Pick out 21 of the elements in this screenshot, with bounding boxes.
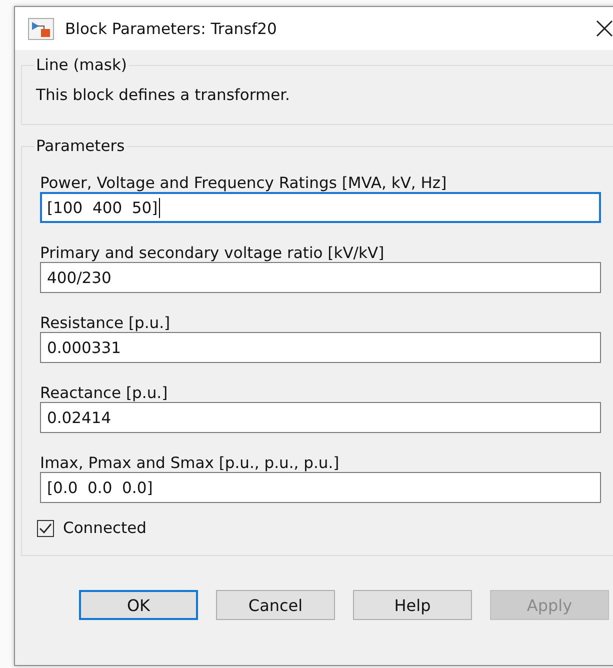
field-label: Power, Voltage and Frequency Ratings [MVA, kV, Hz]: [40, 174, 448, 192]
group-legend: Parameters: [34, 137, 127, 155]
group-legend: Line (mask): [34, 56, 129, 74]
field-label: Resistance [p.u.]: [40, 314, 172, 332]
input-field[interactable]: 400/230: [40, 262, 601, 293]
checkbox-label: Connected: [63, 519, 146, 537]
ok-button[interactable]: OK: [79, 590, 198, 620]
input-field[interactable]: [0.0 0.0 0.0]: [40, 472, 601, 503]
input-field[interactable]: [100 400 50]: [40, 192, 601, 223]
input-field[interactable]: 0.02414: [40, 402, 601, 433]
checkbox[interactable]: [37, 520, 54, 536]
field-label: Imax, Pmax and Smax [p.u., p.u., p.u.]: [40, 454, 340, 472]
block-icon: [28, 18, 54, 40]
dialog-button[interactable]: Help: [353, 590, 472, 620]
window-title: Block Parameters: Transf20: [65, 20, 277, 38]
close-icon[interactable]: [596, 20, 613, 37]
description-text: This block defines a transformer.: [36, 85, 291, 106]
field-label: Reactance [p.u.]: [40, 384, 169, 402]
input-field[interactable]: 0.000331: [40, 332, 601, 363]
field-label: Primary and secondary voltage ratio [kV/kV]: [40, 244, 386, 262]
dialog-button[interactable]: Cancel: [216, 590, 335, 620]
